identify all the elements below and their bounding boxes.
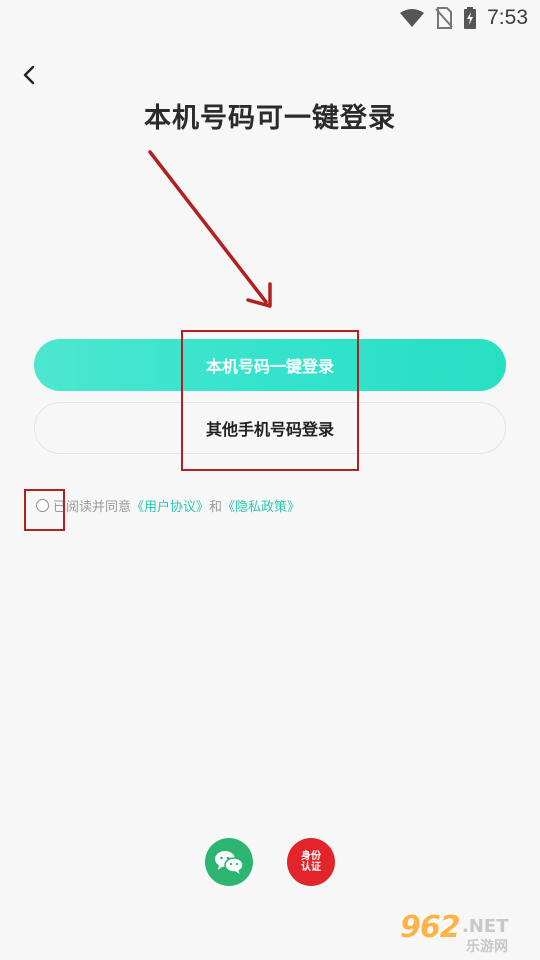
other-phone-login-button[interactable]: 其他手机号码登录 (34, 402, 506, 454)
watermark: 962 .NET 乐游网 (400, 910, 532, 954)
id-auth-label: 身份认证 (301, 851, 321, 873)
user-agreement-link[interactable]: 《用户协议》 (131, 496, 209, 515)
agreement-and: 和 (209, 498, 223, 514)
id-auth-button[interactable]: 身份认证 (287, 838, 335, 886)
agreement-row: 已阅读并同意 《用户协议》 和 《隐私政策》 (36, 494, 300, 516)
agree-checkbox[interactable] (36, 498, 49, 512)
status-bar: 7:53 (0, 0, 540, 36)
annotation-arrow (148, 150, 272, 308)
clock: 7:53 (487, 6, 528, 29)
agreement-prefix: 已阅读并同意 (53, 498, 132, 514)
one-click-login-button[interactable]: 本机号码一键登录 (34, 339, 506, 391)
page-title: 本机号码可一键登录 (144, 103, 396, 133)
no-sim-icon (435, 7, 453, 29)
watermark-number: 962 (400, 910, 461, 945)
chevron-left-icon (23, 65, 35, 85)
wechat-icon (215, 851, 244, 874)
watermark-site: 乐游网 (466, 938, 508, 954)
battery-charging-icon (464, 7, 477, 29)
wechat-login-button[interactable] (205, 838, 253, 886)
back-button[interactable] (14, 60, 44, 90)
watermark-suffix: .NET (462, 916, 509, 937)
wifi-icon (400, 9, 425, 27)
status-icons: 7:53 (399, 6, 528, 30)
privacy-policy-link[interactable]: 《隐私政策》 (222, 496, 300, 515)
